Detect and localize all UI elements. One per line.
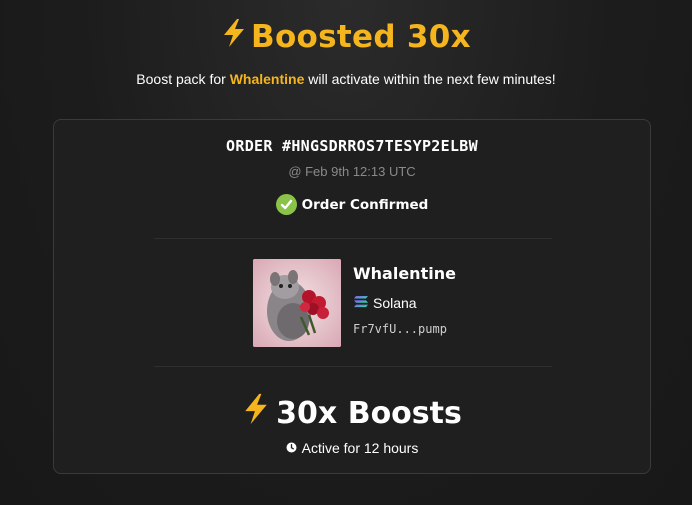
order-status-label: Order Confirmed	[301, 196, 429, 213]
order-timestamp: @ Feb 9th 12:13 UTC	[288, 164, 416, 179]
subtitle-token-name: Whalentine	[229, 71, 305, 87]
token-chain: Solana	[353, 295, 417, 311]
header: Boosted 30x Boost pack for Whalentine wi…	[0, 18, 692, 87]
token-image	[253, 259, 341, 347]
page-title: Boosted 30x	[221, 18, 471, 56]
boost-count-label: 30x Boosts	[276, 395, 462, 431]
token-chain-label: Solana	[373, 295, 417, 311]
subtitle: Boost pack for Whalentine will activate …	[0, 71, 692, 87]
divider	[154, 238, 552, 239]
clock-icon	[286, 440, 297, 456]
subtitle-prefix: Boost pack for	[136, 71, 230, 87]
token-info: Whalentine Solana Fr7vfU...pump	[253, 259, 513, 347]
boost-duration-label: Active for 12 hours	[301, 440, 419, 456]
boost-duration: Active for 12 hours	[54, 440, 650, 456]
lightning-bolt-icon	[242, 392, 270, 434]
check-circle-icon	[275, 194, 297, 215]
order-id: ORDER #HNGSDRROS7TESYP2ELBW	[226, 137, 478, 155]
lightning-bolt-icon	[221, 18, 247, 56]
order-status: Order Confirmed	[54, 194, 650, 215]
divider	[154, 366, 552, 367]
token-address[interactable]: Fr7vfU...pump	[353, 322, 447, 336]
solana-icon	[353, 295, 369, 311]
order-card: ORDER #HNGSDRROS7TESYP2ELBW @ Feb 9th 12…	[53, 119, 651, 474]
title-text: Boosted 30x	[251, 19, 471, 55]
token-name: Whalentine	[353, 264, 456, 283]
subtitle-suffix: will activate within the next few minute…	[304, 71, 556, 87]
boost-count: 30x Boosts	[54, 392, 650, 434]
